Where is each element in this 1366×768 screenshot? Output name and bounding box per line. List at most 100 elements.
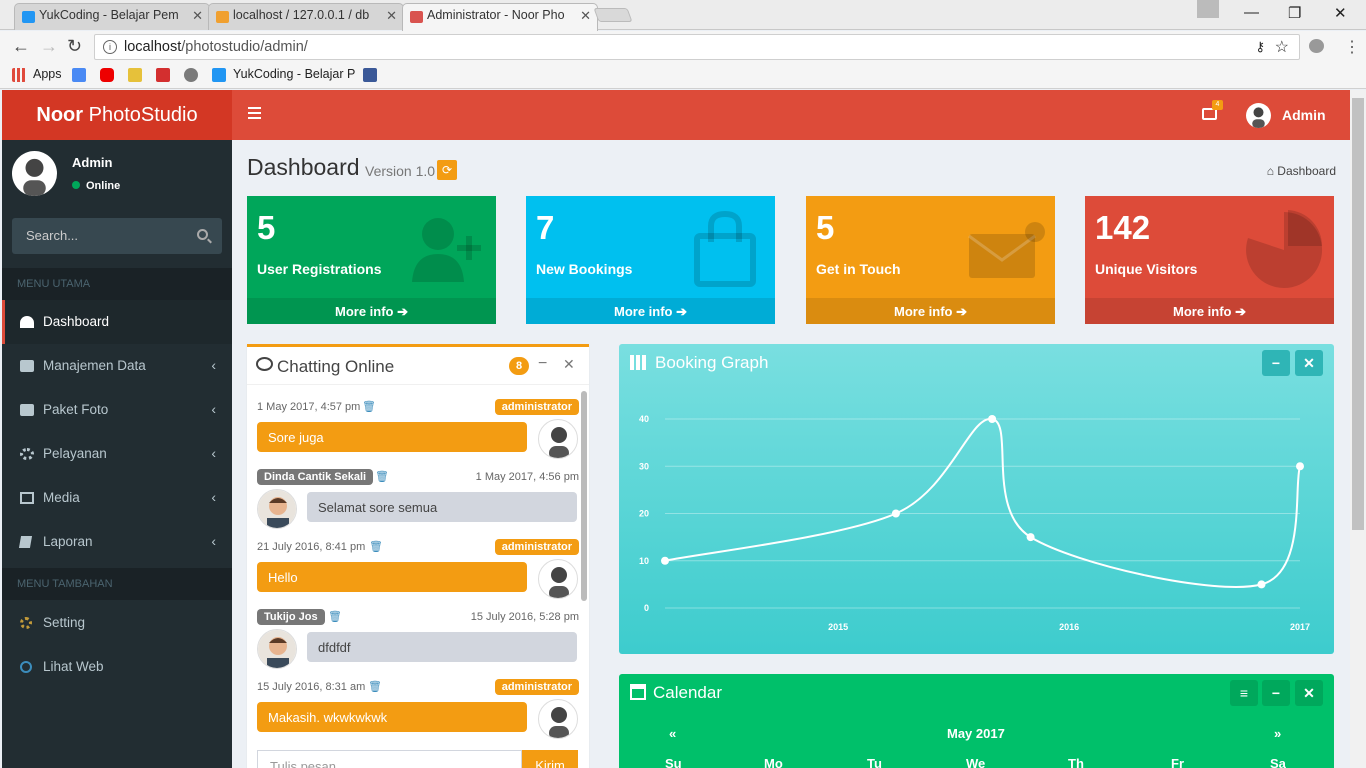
- scrollbar-thumb[interactable]: [1352, 98, 1364, 530]
- more-info-link[interactable]: More info ➔: [806, 298, 1055, 324]
- stat-label: Unique Visitors: [1095, 261, 1198, 277]
- sidebar-item-pelayanan[interactable]: Pelayanan ‹: [2, 432, 232, 476]
- avatar[interactable]: [1246, 103, 1271, 128]
- calendar-prev-button[interactable]: «: [669, 726, 676, 741]
- sidebar-item-setting[interactable]: Setting: [2, 601, 232, 645]
- restore-icon[interactable]: ❐: [1288, 4, 1301, 22]
- camera-icon: [20, 404, 34, 416]
- angular-icon[interactable]: [156, 68, 170, 82]
- more-info-link[interactable]: More info ➔: [1085, 298, 1334, 324]
- message-input[interactable]: Tulis pesan...: [257, 750, 522, 768]
- browser-tab-phpmyadmin[interactable]: localhost / 127.0.0.1 / db ✕: [208, 3, 404, 30]
- stat-label: New Bookings: [536, 261, 633, 277]
- new-tab-button[interactable]: [593, 8, 633, 22]
- star-icon[interactable]: ☆: [1275, 37, 1289, 57]
- minimize-icon[interactable]: −: [538, 355, 547, 373]
- sender-name: Dinda Cantik Sekali: [257, 469, 374, 485]
- key-icon[interactable]: ⚷: [1255, 39, 1265, 55]
- hamburger-icon[interactable]: [248, 107, 261, 119]
- breadcrumb[interactable]: ⌂ Dashboard: [1267, 164, 1336, 178]
- more-info-label: More info: [893, 304, 953, 319]
- sidebar-item-manajemen-data[interactable]: Manajemen Data ‹: [2, 344, 232, 388]
- close-button[interactable]: ✕: [1295, 680, 1323, 706]
- bee-icon[interactable]: [184, 68, 198, 82]
- logo-rest: PhotoStudio: [88, 104, 198, 126]
- minimize-button[interactable]: −: [1262, 680, 1290, 706]
- message-time: 1 May 2017, 4:56 pm: [475, 471, 579, 483]
- sidebar-item-dashboard[interactable]: Dashboard: [2, 300, 232, 344]
- more-info-label: More info: [1172, 304, 1232, 319]
- refresh-icon[interactable]: ⟳: [437, 160, 457, 180]
- sidebar-item-paket-foto[interactable]: Paket Foto ‹: [2, 388, 232, 432]
- sender-name: administrator: [494, 679, 579, 695]
- pma-favicon-icon: [216, 11, 229, 23]
- send-button[interactable]: Kirim: [522, 750, 578, 768]
- bookmark-apps[interactable]: Apps: [33, 67, 62, 83]
- calendar-next-button[interactable]: »: [1274, 726, 1281, 741]
- sidebar-item-media[interactable]: Media ‹: [2, 476, 232, 520]
- top-user-name[interactable]: Admin: [1282, 107, 1326, 123]
- bookmark-yukcoding[interactable]: YukCoding - Belajar P: [233, 67, 355, 83]
- close-tab-icon[interactable]: ✕: [192, 8, 203, 24]
- window-close-icon[interactable]: ✕: [1334, 4, 1347, 22]
- app-logo[interactable]: Noor PhotoStudio: [2, 90, 232, 140]
- calendar-month[interactable]: May 2017: [947, 726, 1005, 741]
- extension-icon[interactable]: [1309, 39, 1324, 53]
- y-tick-label: 40: [639, 414, 649, 424]
- close-tab-icon[interactable]: ✕: [580, 8, 591, 24]
- close-icon[interactable]: ✕: [563, 356, 575, 373]
- bookmarks-bar: Apps YukCoding - Belajar P: [0, 63, 1366, 89]
- youtube-icon[interactable]: [100, 68, 114, 82]
- menu-header-extra: MENU TAMBAHAN: [2, 568, 232, 600]
- stat-box-bookings: 7 New Bookings More info ➔: [526, 196, 775, 324]
- search-icon[interactable]: [197, 229, 208, 240]
- menu-button[interactable]: ≡: [1230, 680, 1258, 706]
- pie-chart-icon: [1246, 210, 1323, 288]
- stat-box-users: 5 User Registrations More info ➔: [247, 196, 496, 324]
- hand-icon[interactable]: [128, 68, 142, 82]
- info-icon[interactable]: i: [103, 40, 117, 54]
- browser-tab-strip: YukCoding - Belajar Pem ✕ localhost / 12…: [0, 0, 1366, 31]
- message-bubble: Selamat sore semua: [307, 492, 577, 522]
- code-favicon-icon[interactable]: [212, 68, 226, 82]
- address-bar[interactable]: i localhost/photostudio/admin/ ⚷ ☆: [94, 34, 1300, 60]
- status-badge: Online: [72, 180, 120, 192]
- browser-tab-admin[interactable]: Administrator - Noor Pho ✕: [402, 3, 598, 31]
- translate-icon[interactable]: [72, 68, 86, 82]
- sidebar-item-laporan[interactable]: Laporan ‹: [2, 520, 232, 564]
- search-input[interactable]: Search...: [12, 218, 222, 254]
- y-tick-label: 30: [639, 461, 649, 471]
- avatar: [257, 489, 297, 529]
- browser-tab-yukcoding[interactable]: YukCoding - Belajar Pem ✕: [14, 3, 210, 30]
- more-info-link[interactable]: More info ➔: [526, 298, 775, 324]
- more-info-link[interactable]: More info ➔: [247, 298, 496, 324]
- trash-icon[interactable]: 🗑: [375, 470, 389, 483]
- more-info-label: More info: [334, 304, 394, 319]
- trash-icon[interactable]: 🗑: [369, 540, 383, 553]
- facebook-icon[interactable]: [363, 68, 377, 82]
- book-icon: [18, 536, 33, 548]
- message-bubble: Sore juga: [257, 422, 527, 452]
- weekday-label: Mo: [764, 756, 783, 768]
- data-point: [1026, 533, 1035, 542]
- back-icon[interactable]: ←: [12, 36, 30, 57]
- trash-icon[interactable]: 🗑: [328, 610, 342, 623]
- minimize-icon[interactable]: —: [1244, 4, 1259, 21]
- message-time: 15 July 2016, 5:28 pm: [470, 611, 579, 623]
- trash-icon[interactable]: 🗑: [368, 680, 382, 693]
- forward-icon[interactable]: →: [40, 36, 58, 57]
- data-point: [988, 415, 997, 423]
- menu-dots-icon[interactable]: ⋮: [1344, 37, 1360, 57]
- chat-scrollbar[interactable]: [581, 391, 587, 601]
- close-tab-icon[interactable]: ✕: [386, 8, 397, 24]
- weekday-label: Th: [1068, 756, 1084, 768]
- profile-icon[interactable]: [1197, 0, 1219, 18]
- calendar-title: Calendar: [653, 683, 722, 702]
- trash-icon[interactable]: 🗑: [362, 400, 376, 413]
- sidebar-item-lihat-web[interactable]: Lihat Web: [2, 645, 232, 689]
- reload-icon[interactable]: ↻: [67, 36, 82, 57]
- online-dot-icon: [72, 181, 80, 189]
- stat-value: 5: [257, 209, 276, 246]
- tab-title: Administrator - Noor Pho: [427, 8, 565, 22]
- page-scrollbar[interactable]: [1350, 90, 1366, 768]
